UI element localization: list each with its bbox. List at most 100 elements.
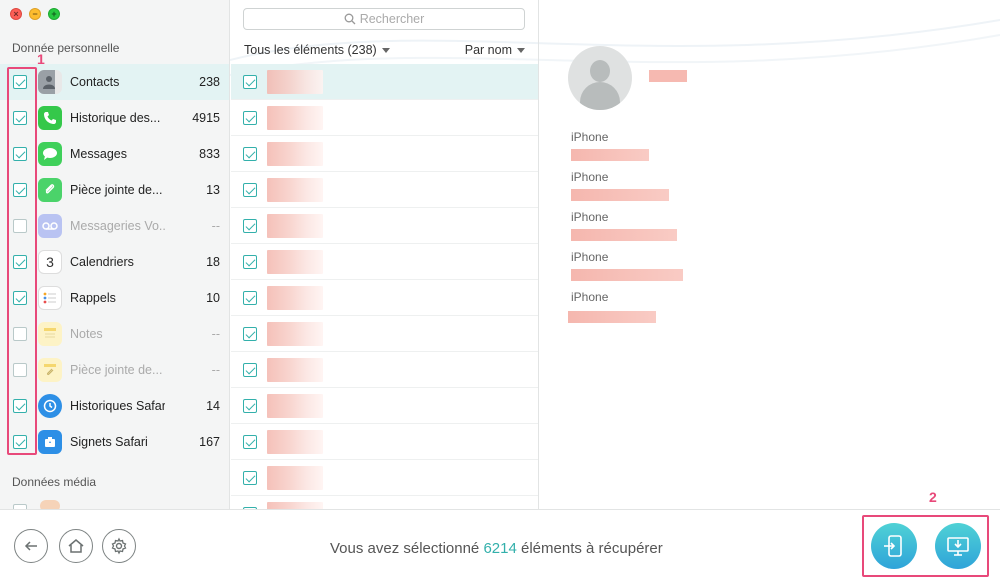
category-count: 4915 — [192, 111, 220, 125]
avatar-body — [580, 82, 620, 110]
table-row[interactable] — [231, 316, 538, 352]
category-count: -- — [211, 327, 220, 341]
blurred-phone-value — [568, 311, 656, 323]
zoom-window-button[interactable]: + — [48, 8, 60, 20]
category-count: 13 — [206, 183, 220, 197]
close-window-button[interactable]: × — [10, 8, 22, 20]
annotation-marker-2: 2 — [929, 489, 937, 505]
phone-icon — [38, 106, 62, 130]
safari-bookmarks-icon — [38, 430, 62, 454]
table-row[interactable] — [231, 64, 538, 100]
row-checkbox[interactable] — [243, 218, 257, 233]
blurred-contact-name — [267, 285, 323, 310]
chevron-down-icon — [381, 48, 390, 54]
blurred-phone-value — [571, 189, 669, 201]
avatar — [568, 46, 632, 110]
arrow-left-icon — [24, 541, 37, 551]
category-label: Historique des... — [70, 111, 161, 125]
row-checkbox[interactable] — [243, 290, 257, 305]
home-icon — [68, 539, 84, 553]
settings-button[interactable] — [102, 529, 136, 563]
blurred-contact-name — [267, 465, 323, 490]
blurred-phone-value — [571, 229, 677, 241]
row-checkbox[interactable] — [243, 146, 257, 161]
blurred-contact-name — [267, 501, 323, 509]
row-checkbox[interactable] — [243, 110, 257, 125]
category-label: Rappels — [70, 291, 116, 305]
messages-icon — [38, 142, 62, 166]
blurred-contact-title — [649, 70, 687, 82]
table-row[interactable] — [231, 244, 538, 280]
status-prefix: Vous avez sélectionné — [330, 540, 480, 557]
row-checkbox[interactable] — [243, 182, 257, 197]
row-checkbox[interactable] — [243, 326, 257, 341]
home-button[interactable] — [59, 529, 93, 563]
notes-attachment-icon — [38, 358, 62, 382]
list-header: Tous les éléments (238) Par nom — [231, 38, 538, 62]
blurred-contact-name — [267, 105, 323, 130]
search-icon — [344, 13, 356, 25]
annotation-box-2 — [862, 515, 989, 577]
category-count: 167 — [199, 435, 220, 449]
category-label: Notes — [70, 327, 103, 341]
table-row[interactable] — [231, 208, 538, 244]
blurred-phone-value — [571, 269, 683, 281]
category-count: 18 — [206, 255, 220, 269]
avatar-head — [590, 60, 610, 82]
field-label: iPhone — [571, 250, 609, 264]
table-row[interactable] — [231, 496, 538, 509]
table-row[interactable] — [231, 388, 538, 424]
table-row[interactable] — [231, 100, 538, 136]
row-checkbox[interactable] — [243, 434, 257, 449]
category-label: Pièce jointe de... — [70, 363, 163, 377]
row-checkbox[interactable] — [243, 398, 257, 413]
photos-icon — [40, 500, 60, 509]
chevron-down-icon — [517, 48, 525, 54]
row-checkbox[interactable] — [243, 254, 257, 269]
sort-dropdown[interactable]: Par nom — [465, 43, 525, 57]
minimize-window-button[interactable]: − — [29, 8, 41, 20]
category-count: 238 — [199, 75, 220, 89]
table-row[interactable] — [231, 460, 538, 496]
selection-status: Vous avez sélectionné 6214 éléments à ré… — [330, 540, 663, 557]
item-list-pane: Rechercher Tous les éléments (238) Par n… — [231, 0, 539, 509]
voicemail-icon — [38, 214, 62, 238]
category-label: Pièce jointe de... — [70, 183, 163, 197]
row-checkbox[interactable] — [243, 362, 257, 377]
category-count: 14 — [206, 399, 220, 413]
table-row[interactable] — [231, 352, 538, 388]
table-row[interactable] — [231, 280, 538, 316]
field-label: iPhone — [571, 170, 609, 184]
annotation-box-1 — [7, 67, 37, 455]
plus-icon: + — [51, 9, 57, 19]
table-row[interactable] — [231, 424, 538, 460]
annotation-marker-1: 1 — [37, 51, 45, 67]
calendar-day: 3 — [46, 254, 54, 270]
table-row[interactable] — [231, 172, 538, 208]
table-row[interactable] — [231, 136, 538, 172]
category-label: Signets Safari — [70, 435, 148, 449]
filter-dropdown[interactable]: Tous les éléments (238) — [244, 43, 390, 57]
category-count: 10 — [206, 291, 220, 305]
section-title-personal: Donnée personnelle — [12, 41, 120, 55]
calendar-icon: 3 — [38, 250, 62, 274]
bottom-toolbar: Vous avez sélectionné 6214 éléments à ré… — [0, 509, 1000, 581]
field-label: iPhone — [571, 130, 609, 144]
sidebar: × − + Donnée personnelle Contacts 238 Hi… — [0, 0, 230, 509]
field-label: iPhone — [571, 290, 609, 304]
blurred-contact-name — [267, 177, 323, 202]
back-button[interactable] — [14, 529, 48, 563]
category-label: Messageries Vo... — [70, 219, 165, 233]
notes-icon — [38, 322, 62, 346]
category-label: Contacts — [70, 75, 120, 89]
row-checkbox[interactable] — [243, 74, 257, 89]
search-input[interactable]: Rechercher — [243, 8, 525, 30]
status-count: 6214 — [483, 540, 517, 557]
blurred-contact-name — [267, 141, 323, 166]
row-checkbox[interactable] — [243, 470, 257, 485]
search-placeholder: Rechercher — [359, 12, 425, 26]
category-label: Historiques Safari — [70, 399, 165, 413]
blurred-contact-name — [267, 213, 323, 238]
blurred-contact-name — [267, 393, 323, 418]
category-count: 833 — [199, 147, 220, 161]
